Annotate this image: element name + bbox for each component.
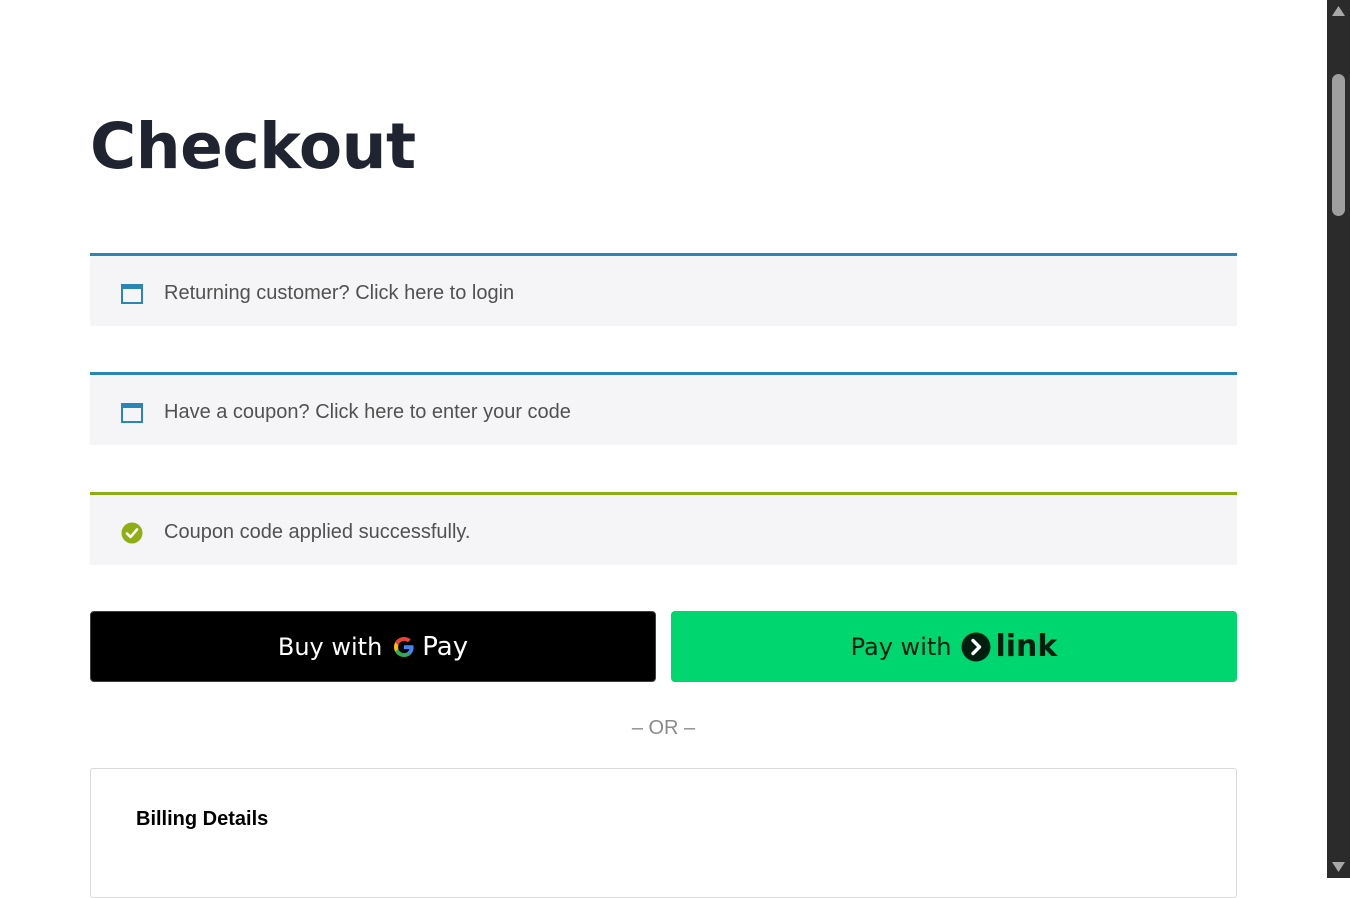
link-pay-prefix: Pay with — [850, 632, 952, 661]
scroll-down-arrow-icon[interactable] — [1331, 861, 1346, 873]
login-notice[interactable]: Returning customer? Click here to login — [90, 253, 1237, 326]
window-icon — [121, 284, 143, 304]
page-title: Checkout — [90, 110, 416, 183]
google-pay-button[interactable]: Buy with Pay — [90, 611, 656, 682]
google-g-icon — [394, 636, 414, 657]
vertical-scrollbar[interactable] — [1327, 0, 1350, 878]
coupon-notice[interactable]: Have a coupon? Click here to enter your … — [90, 372, 1237, 445]
scrollbar-thumb[interactable] — [1332, 74, 1345, 216]
link-arrow-icon — [961, 632, 991, 661]
success-notice-text: Coupon code applied successfully. — [164, 521, 471, 543]
google-pay-prefix: Buy with — [277, 632, 383, 661]
login-notice-text[interactable]: Returning customer? Click here to login — [164, 282, 514, 305]
check-circle-icon — [121, 522, 143, 544]
billing-details-heading: Billing Details — [136, 808, 269, 830]
link-pay-button[interactable]: Pay with link — [671, 611, 1237, 682]
scroll-up-arrow-icon[interactable] — [1331, 5, 1346, 17]
coupon-notice-text[interactable]: Have a coupon? Click here to enter your … — [164, 401, 571, 424]
google-pay-brand: Pay — [422, 631, 469, 662]
success-notice: Coupon code applied successfully. — [90, 492, 1237, 565]
or-divider: – OR – — [631, 717, 696, 739]
checkout-page: Checkout Returning customer? Click here … — [0, 0, 1327, 898]
window-icon — [121, 403, 143, 423]
link-pay-brand: link — [995, 629, 1058, 664]
billing-details-section: Billing Details — [90, 768, 1237, 898]
